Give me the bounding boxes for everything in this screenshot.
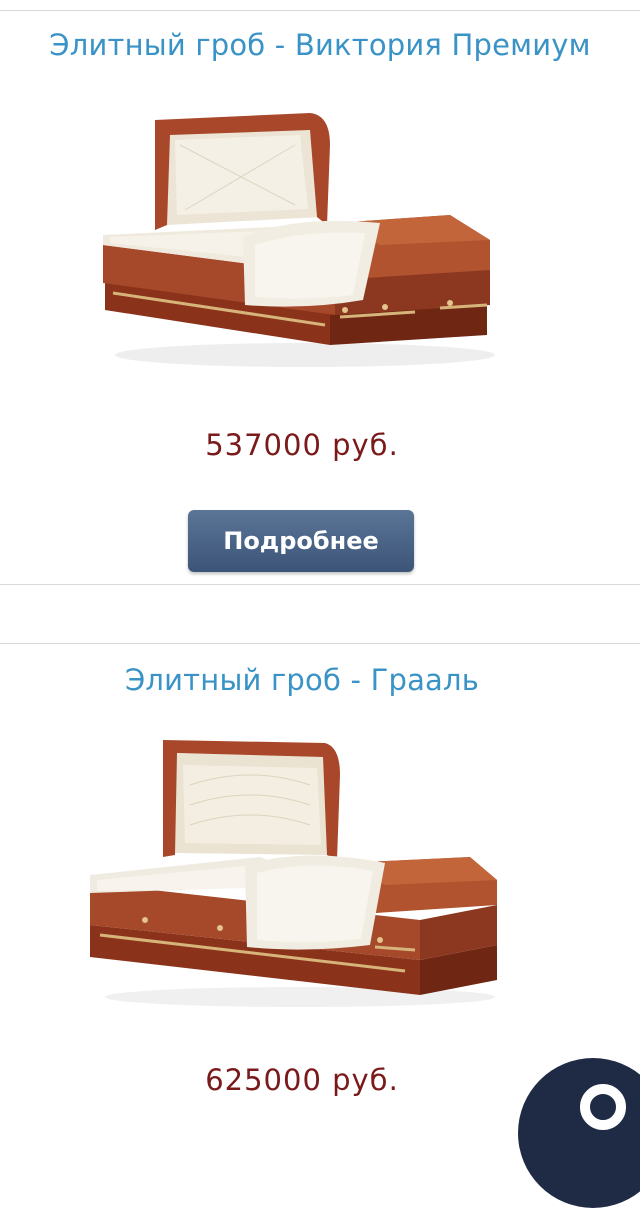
product-image-2[interactable] <box>85 735 505 1010</box>
top-divider <box>0 10 640 11</box>
product-title-2[interactable]: Элитный гроб - Грааль <box>0 662 604 698</box>
product-price-2: 625000 руб. <box>205 1063 399 1097</box>
product-price-1: 537000 руб. <box>205 428 399 462</box>
product-title-1[interactable]: Элитный гроб - Виктория Премиум <box>0 27 640 63</box>
product-divider-1 <box>0 584 640 585</box>
details-button-1[interactable]: Подробнее <box>188 510 414 572</box>
product-divider-2 <box>0 643 640 644</box>
product-image-1[interactable] <box>95 105 515 375</box>
circle-icon <box>580 1084 626 1130</box>
